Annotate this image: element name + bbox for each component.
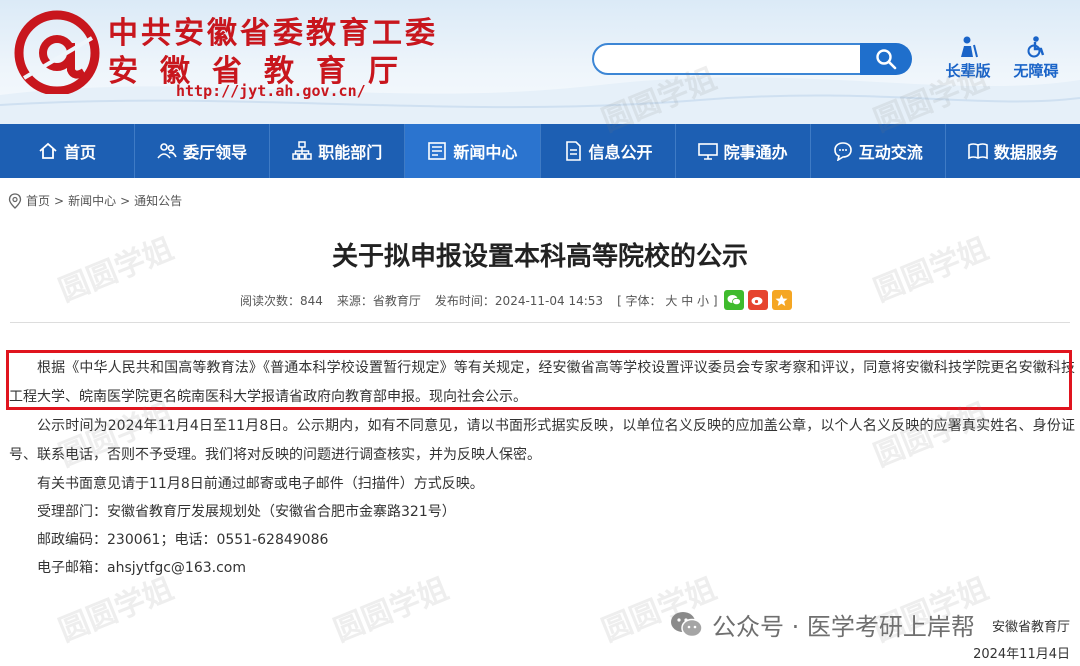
site-url-link[interactable]: http://jyt.ah.gov.cn/ [176, 82, 366, 100]
nav-label: 首页 [64, 143, 97, 162]
nav-item-services[interactable]: 院事通办 [676, 124, 811, 178]
document-icon [565, 141, 581, 161]
search-icon [876, 49, 897, 70]
search-input[interactable] [592, 43, 862, 75]
breadcrumb: 首页 > 新闻中心 > 通知公告 [8, 192, 182, 209]
nav-item-info[interactable]: 信息公开 [541, 124, 676, 178]
breadcrumb-separator: > [120, 193, 131, 208]
signature-org: 安徽省教育厅 [991, 620, 1070, 635]
breadcrumb-news[interactable]: 新闻中心 [68, 192, 116, 209]
nav-label: 委厅领导 [183, 143, 248, 162]
nav-item-home[interactable]: 首页 [0, 124, 136, 178]
article-title: 关于拟申报设置本科高等院校的公示 [331, 242, 748, 272]
elder-mode-link[interactable]: 长辈版 [938, 36, 998, 81]
book-icon [968, 143, 988, 160]
search-button[interactable] [860, 43, 912, 75]
chat-icon [833, 142, 852, 161]
logo-icon [14, 10, 100, 94]
home-icon [39, 142, 57, 159]
org-chart-icon [292, 141, 313, 160]
accessibility-label: 无障碍 [1013, 62, 1059, 80]
wechat-account-overlay: 公众号 · 医学考研上岸帮 [670, 607, 975, 642]
wheelchair-icon [1027, 36, 1045, 58]
main-nav: 首页 委厅领导 职能部门 新闻中心 信息公开 院事通办 互动交流 数据服务 [0, 124, 1080, 178]
monitor-icon [697, 143, 718, 160]
article-paragraph: 受理部门：安徽省教育厅发展规划处（安徽省合肥市金寨路321号） [37, 504, 456, 520]
elder-icon [961, 36, 978, 58]
nav-item-leaders[interactable]: 委厅领导 [135, 124, 271, 178]
accessibility-link[interactable]: 无障碍 [1006, 36, 1066, 81]
nav-item-news[interactable]: 新闻中心 [405, 124, 541, 178]
wechat-icon [671, 611, 703, 637]
article-paragraph: 有关书面意见请于11月8日前通过邮寄或电子邮件（扫描件）方式反映。 [37, 476, 484, 492]
people-icon [157, 143, 177, 159]
elder-mode-label: 长辈版 [945, 62, 991, 80]
nav-item-interaction[interactable]: 互动交流 [811, 124, 946, 178]
signature-date: 2024年11月4日 [973, 647, 1070, 662]
site-header: 中共安徽省委教育工委 安徽省教育厅 http://jyt.ah.gov.cn/ … [0, 0, 1080, 124]
article-source: 来源：省教育厅 [336, 293, 421, 308]
breadcrumb-notices[interactable]: 通知公告 [134, 192, 182, 209]
breadcrumb-separator: > [54, 193, 65, 208]
nav-label: 数据服务 [993, 143, 1058, 162]
nav-label: 信息公开 [588, 143, 653, 162]
favorite-star-icon[interactable] [771, 290, 792, 310]
title-divider [10, 322, 1070, 323]
nav-item-data[interactable]: 数据服务 [946, 124, 1080, 178]
nav-label: 新闻中心 [453, 143, 518, 162]
view-count: 阅读次数：844 [240, 293, 323, 308]
nav-item-departments[interactable]: 职能部门 [270, 124, 406, 178]
nav-label: 职能部门 [318, 143, 383, 162]
highlight-annotation-box [6, 350, 1072, 410]
nav-label: 院事通办 [723, 143, 788, 162]
nav-label: 互动交流 [858, 143, 923, 162]
news-icon [428, 142, 447, 160]
font-size-selector[interactable]: [ 字体： 大 中 小 ] [617, 292, 717, 309]
location-pin-icon [8, 192, 22, 209]
article-meta: 阅读次数：844 来源：省教育厅 发布时间：2024-11-04 14:53 [… [240, 290, 792, 310]
publish-time: 发布时间：2024-11-04 14:53 [434, 293, 604, 308]
weibo-share-icon[interactable] [747, 290, 768, 310]
article-paragraph: 公示时间为2024年11月4日至11月8日。公示期内，如有不同意见，请以书面形式… [9, 418, 1075, 463]
wechat-share-icon[interactable] [723, 290, 744, 310]
wechat-account-text: 公众号 · 医学考研上岸帮 [712, 613, 975, 641]
share-buttons [723, 290, 792, 310]
breadcrumb-home[interactable]: 首页 [26, 192, 50, 209]
article-paragraph: 邮政编码：230061；电话：0551-62849086 [37, 532, 329, 548]
article-paragraph: 电子邮箱：ahsjytfgc@163.com [37, 560, 246, 576]
